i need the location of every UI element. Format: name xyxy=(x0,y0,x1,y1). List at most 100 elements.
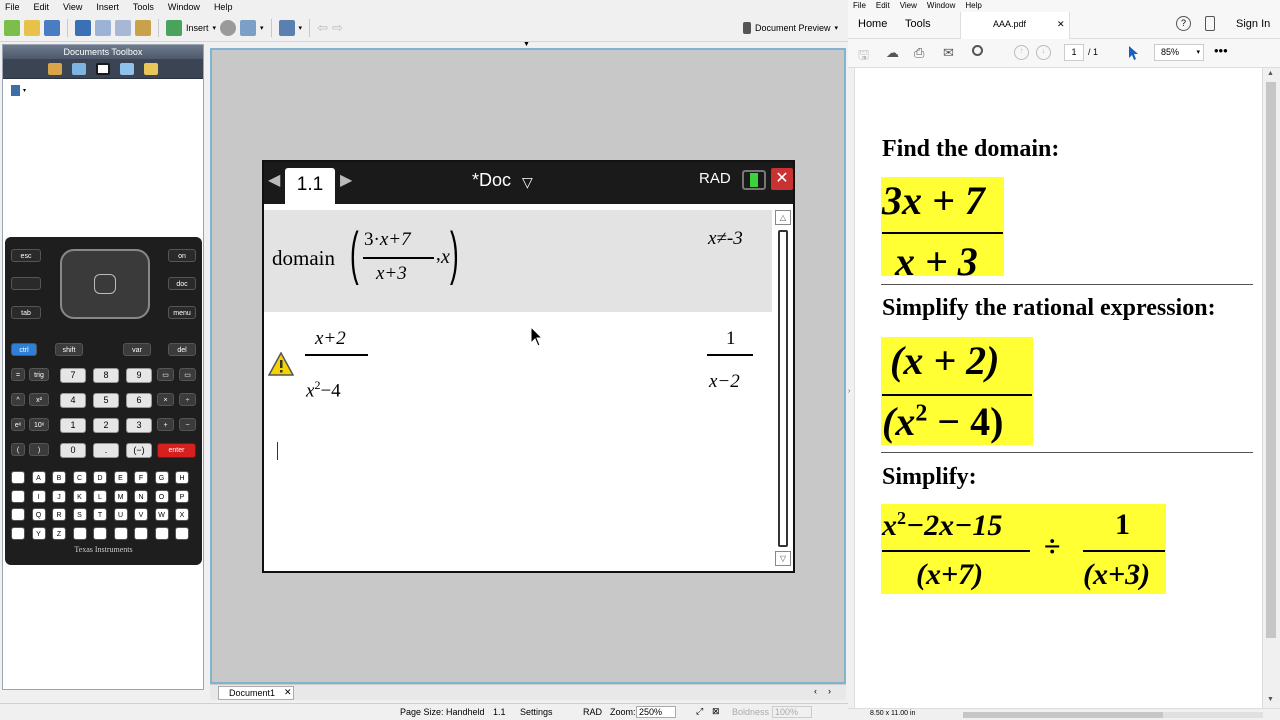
forward-arrow-icon[interactable]: ⇨ xyxy=(332,20,343,36)
upload-cloud-icon[interactable]: ☁ xyxy=(886,45,899,61)
digit-6-key[interactable]: 6 xyxy=(126,393,152,408)
template-key[interactable]: ▭ xyxy=(157,368,174,381)
digit-9-key[interactable]: 9 xyxy=(126,368,152,383)
tab-key[interactable]: tab xyxy=(11,306,41,319)
zoom-select[interactable]: 250% xyxy=(636,706,676,718)
calculator-entry-2[interactable]: x+2 x2−4 1 x−2 xyxy=(264,314,772,414)
settings-button[interactable]: Settings xyxy=(520,707,553,717)
letter-key-x[interactable]: X xyxy=(175,508,189,521)
decimal-key[interactable]: . xyxy=(93,443,119,458)
shift-key[interactable]: shift xyxy=(55,343,83,356)
minus-key[interactable]: − xyxy=(179,418,196,431)
back-arrow-icon[interactable]: ⇦ xyxy=(317,20,328,36)
screen-capture-icon[interactable] xyxy=(220,19,237,36)
tools-icon[interactable] xyxy=(48,62,62,75)
divide-key[interactable]: ÷ xyxy=(179,393,196,406)
next-page-icon[interactable]: ▶ xyxy=(340,170,352,190)
symbol-key[interactable] xyxy=(154,526,169,540)
pow10-key[interactable]: 10ˣ xyxy=(29,418,49,431)
menu-view[interactable]: View xyxy=(63,0,82,14)
letter-key-a[interactable]: A xyxy=(31,471,46,484)
caret-key[interactable]: ^ xyxy=(11,393,25,406)
open-paren-key[interactable]: ( xyxy=(11,443,25,456)
more-tools-icon[interactable]: ••• xyxy=(1214,43,1228,58)
digit-4-key[interactable]: 4 xyxy=(60,393,86,408)
symbol-key[interactable] xyxy=(113,526,128,540)
cut-icon[interactable] xyxy=(95,19,111,36)
new-document-icon[interactable] xyxy=(4,19,20,36)
fullscreen-icon[interactable]: ⊠ xyxy=(712,706,720,717)
touchpad-center-icon[interactable] xyxy=(94,274,116,294)
pdf-menu-edit[interactable]: Edit xyxy=(876,0,890,12)
scroll-thumb[interactable] xyxy=(778,230,788,547)
document-tab[interactable]: Document1 xyxy=(218,686,294,700)
symbol-key[interactable] xyxy=(134,526,148,540)
close-icon[interactable]: ✕ xyxy=(771,168,793,190)
pdf-menu-help[interactable]: Help xyxy=(965,0,981,12)
copy-icon[interactable] xyxy=(115,19,131,36)
del-key[interactable]: del xyxy=(168,343,196,356)
save-icon[interactable] xyxy=(44,19,60,36)
digit-8-key[interactable]: 8 xyxy=(93,368,119,383)
letter-key-i[interactable]: I xyxy=(31,489,46,503)
prev-page-icon[interactable]: ◀ xyxy=(268,170,280,190)
document-title[interactable]: *Doc xyxy=(472,170,511,191)
digit-5-key[interactable]: 5 xyxy=(93,393,119,408)
menu-file[interactable]: File xyxy=(5,0,20,14)
select-cursor-icon[interactable] xyxy=(1128,45,1140,61)
chevron-down-icon[interactable]: ▾ xyxy=(260,24,264,32)
print-icon[interactable]: ⎙ xyxy=(914,45,924,61)
save-icon[interactable]: 🖫 xyxy=(858,46,869,68)
chevron-down-icon[interactable]: ▽ xyxy=(522,174,533,191)
ctrl-key[interactable]: ctrl xyxy=(11,343,37,356)
letter-key-f[interactable]: F xyxy=(134,471,148,484)
open-folder-icon[interactable] xyxy=(24,19,40,36)
keypad-selector[interactable]: ▾ xyxy=(3,79,203,102)
letter-key-q[interactable]: Q xyxy=(31,508,46,521)
digit-7-key[interactable]: 7 xyxy=(60,368,86,383)
page-down-icon[interactable]: ↓ xyxy=(1036,45,1051,60)
pdf-vertical-scrollbar[interactable]: ▲ ▼ xyxy=(1262,68,1280,708)
insert-page-icon[interactable] xyxy=(166,19,182,36)
page-layout-icon[interactable] xyxy=(278,19,295,36)
pdf-scroll-thumb[interactable] xyxy=(1266,82,1276,638)
symbol-key[interactable] xyxy=(175,526,189,540)
sign-in-button[interactable]: Sign In xyxy=(1236,18,1270,30)
letter-key-m[interactable]: M xyxy=(113,489,128,503)
calculator-entry-1[interactable]: domain ( 3·x+7 x+3 , x ) x≠-3 xyxy=(264,210,772,312)
digit-0-key[interactable]: 0 xyxy=(60,443,86,458)
boldness-select[interactable]: 100% xyxy=(772,706,812,718)
on-key[interactable]: on xyxy=(168,249,196,262)
catalog-key[interactable]: ▭ xyxy=(179,368,196,381)
letter-key-w[interactable]: W xyxy=(154,508,169,521)
letter-key-g[interactable]: G xyxy=(154,471,169,484)
document-preview-button[interactable]: Document Preview ▾ xyxy=(742,21,838,34)
close-tab-icon[interactable]: ✕ xyxy=(284,687,292,698)
letter-key-t[interactable]: T xyxy=(93,508,107,521)
home-tab[interactable]: Home xyxy=(858,18,887,30)
scratchpad-key[interactable] xyxy=(11,277,41,290)
exp-key[interactable]: eˣ xyxy=(11,418,25,431)
utilities-icon[interactable] xyxy=(120,62,134,75)
pdf-menu-file[interactable]: File xyxy=(853,0,866,12)
letter-key-z[interactable]: Z xyxy=(52,526,66,540)
symbol-key[interactable] xyxy=(11,526,25,540)
scroll-down-icon[interactable]: ▼ xyxy=(1267,696,1274,703)
page-up-icon[interactable]: ↑ xyxy=(1014,45,1029,60)
page-sorter-icon[interactable] xyxy=(72,62,86,75)
letter-key-o[interactable]: O xyxy=(154,489,169,503)
search-icon[interactable] xyxy=(972,45,983,56)
letter-key-y[interactable]: Y xyxy=(31,526,46,540)
document-tab-pdf[interactable]: AAA.pdf ✕ xyxy=(960,12,1070,39)
zoom-select[interactable]: 85% ▾ xyxy=(1154,44,1204,61)
symbol-key[interactable] xyxy=(11,508,25,521)
menu-edit[interactable]: Edit xyxy=(34,0,50,14)
letter-key-b[interactable]: B xyxy=(52,471,66,484)
letter-key-v[interactable]: V xyxy=(134,508,148,521)
expand-left-pane-icon[interactable]: › xyxy=(848,388,850,395)
letter-key-h[interactable]: H xyxy=(175,471,189,484)
letter-key-j[interactable]: J xyxy=(52,489,66,503)
digit-2-key[interactable]: 2 xyxy=(93,418,119,433)
trig-key[interactable]: trig xyxy=(29,368,49,381)
horizontal-scroll-thumb[interactable] xyxy=(963,712,1163,718)
